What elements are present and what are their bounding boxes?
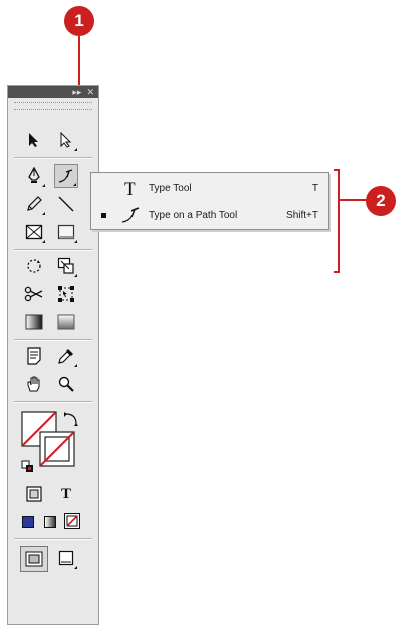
menu-item-shortcut: T — [311, 182, 318, 194]
scale-tool-icon[interactable] — [54, 254, 78, 278]
apply-none-icon[interactable] — [64, 513, 80, 529]
rectangle-frame-tool-icon[interactable] — [22, 220, 46, 244]
menu-item-type-tool[interactable]: T Type Tool T — [91, 175, 328, 201]
type-icon: T — [119, 176, 143, 200]
fill-stroke-control[interactable] — [20, 410, 84, 476]
type-on-path-tool-icon[interactable] — [54, 164, 78, 188]
formatting-affects-text-icon[interactable]: T — [54, 482, 78, 506]
pen-tool-icon[interactable] — [22, 164, 46, 188]
eyedropper-tool-icon[interactable] — [54, 344, 78, 368]
menu-item-label: Type Tool — [149, 182, 192, 194]
line-tool-icon[interactable] — [54, 192, 78, 216]
gradient-swatch-tool-icon[interactable] — [22, 310, 46, 334]
callout-1: 1 — [64, 6, 94, 36]
close-icon[interactable]: ✕ — [86, 86, 94, 98]
menu-item-shortcut: Shift+T — [286, 209, 318, 221]
pencil-tool-icon[interactable] — [22, 192, 46, 216]
tools-panel: ▸▸ ✕ T — [7, 85, 99, 625]
callout-2-bracket — [334, 169, 340, 273]
rectangle-tool-icon[interactable] — [54, 220, 78, 244]
free-transform-tool-icon[interactable] — [54, 282, 78, 306]
rotate-tool-icon[interactable] — [22, 254, 46, 278]
selected-bullet-icon — [101, 212, 106, 218]
formatting-text-label: T — [60, 485, 71, 502]
zoom-tool-icon[interactable] — [54, 372, 78, 396]
direct-selection-tool-icon[interactable] — [54, 128, 78, 152]
note-tool-icon[interactable] — [22, 344, 46, 368]
scissors-tool-icon[interactable] — [22, 282, 46, 306]
normal-view-mode-icon[interactable] — [20, 546, 48, 572]
formatting-affects-container-icon[interactable] — [22, 482, 46, 506]
apply-color-icon[interactable] — [22, 516, 34, 528]
gradient-feather-tool-icon[interactable] — [54, 310, 78, 334]
hand-tool-icon[interactable] — [22, 372, 46, 396]
callout-2: 2 — [366, 186, 396, 216]
apply-color-row — [22, 512, 86, 530]
selection-tool-icon[interactable] — [22, 128, 46, 152]
panel-grip[interactable] — [14, 102, 92, 110]
svg-text:T: T — [124, 179, 136, 198]
type-on-path-icon — [119, 203, 143, 227]
collapse-icon[interactable]: ▸▸ — [72, 86, 81, 98]
callout-2-leader — [338, 199, 366, 201]
menu-item-label: Type on a Path Tool — [149, 209, 238, 221]
preview-mode-icon[interactable] — [54, 546, 78, 570]
panel-title-bar[interactable]: ▸▸ ✕ — [8, 86, 98, 98]
type-tools-flyout-menu: T Type Tool T Type on a Path Tool Shift+… — [90, 172, 329, 230]
menu-item-type-on-path-tool[interactable]: Type on a Path Tool Shift+T — [91, 202, 328, 228]
apply-gradient-icon[interactable] — [44, 516, 56, 528]
